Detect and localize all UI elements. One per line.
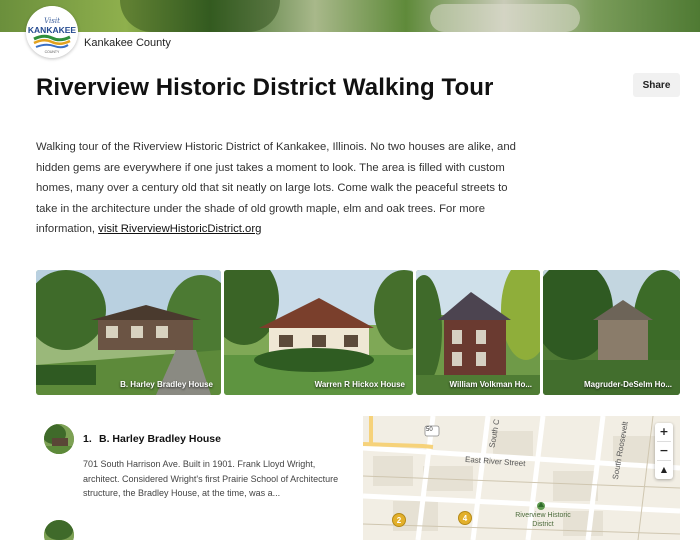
route-marker-label: 50 — [426, 427, 433, 433]
svg-text:COUNTY: COUNTY — [45, 50, 60, 54]
kankakee-logo[interactable]: Visit KANKAKEE COUNTY — [26, 6, 78, 58]
tour-map[interactable]: 50 East River Street South C South Roose… — [363, 416, 680, 540]
photo-hickox-house[interactable]: Warren R Hickox House — [224, 270, 413, 395]
map-zoom-controls: + − ▲ — [655, 423, 673, 479]
stop-number: 1. — [83, 433, 92, 445]
photo-caption: William Volkman Ho... — [449, 380, 532, 389]
photo-caption: Magruder-DeSelm Ho... — [583, 380, 672, 389]
map-pin[interactable]: 2 — [392, 513, 406, 527]
photo-magruder-deselm-house[interactable]: Magruder-DeSelm Ho... — [543, 270, 680, 395]
photo-caption: Warren R Hickox House — [314, 380, 405, 389]
svg-text:Visit: Visit — [44, 17, 60, 25]
stop-name: B. Harley Bradley House — [99, 433, 221, 445]
hero-banner-image — [0, 0, 700, 32]
stop-description: 701 South Harrison Ave. Built in 1901. F… — [83, 459, 339, 498]
tour-description: Walking tour of the Riverview Historic D… — [36, 137, 526, 240]
share-button[interactable]: Share — [633, 73, 680, 97]
svg-text:KANKAKEE: KANKAKEE — [28, 25, 77, 35]
website-link[interactable]: visit RiverviewHistoricDistrict.org — [98, 223, 261, 235]
zoom-in-button[interactable]: + — [655, 423, 673, 441]
description-text: Walking tour of the Riverview Historic D… — [36, 141, 516, 235]
photo-volkman-house[interactable]: William Volkman Ho... — [416, 270, 540, 395]
zoom-out-button[interactable]: − — [655, 442, 673, 460]
photo-caption: B. Harley Bradley House — [120, 380, 213, 389]
photo-gallery: B. Harley Bradley House Warren R Hickox … — [36, 270, 680, 395]
map-poi-label: Riverview Historic District — [515, 512, 571, 528]
org-name[interactable]: Kankakee County — [84, 37, 171, 49]
compass-button[interactable]: ▲ — [655, 461, 673, 479]
page-title: Riverview Historic District Walking Tour — [36, 74, 494, 101]
stop-thumbnail — [44, 424, 74, 454]
map-pin[interactable]: 4 — [458, 511, 472, 525]
stop-thumbnail-2[interactable] — [44, 520, 74, 540]
photo-bradley-house[interactable]: B. Harley Bradley House — [36, 270, 221, 395]
